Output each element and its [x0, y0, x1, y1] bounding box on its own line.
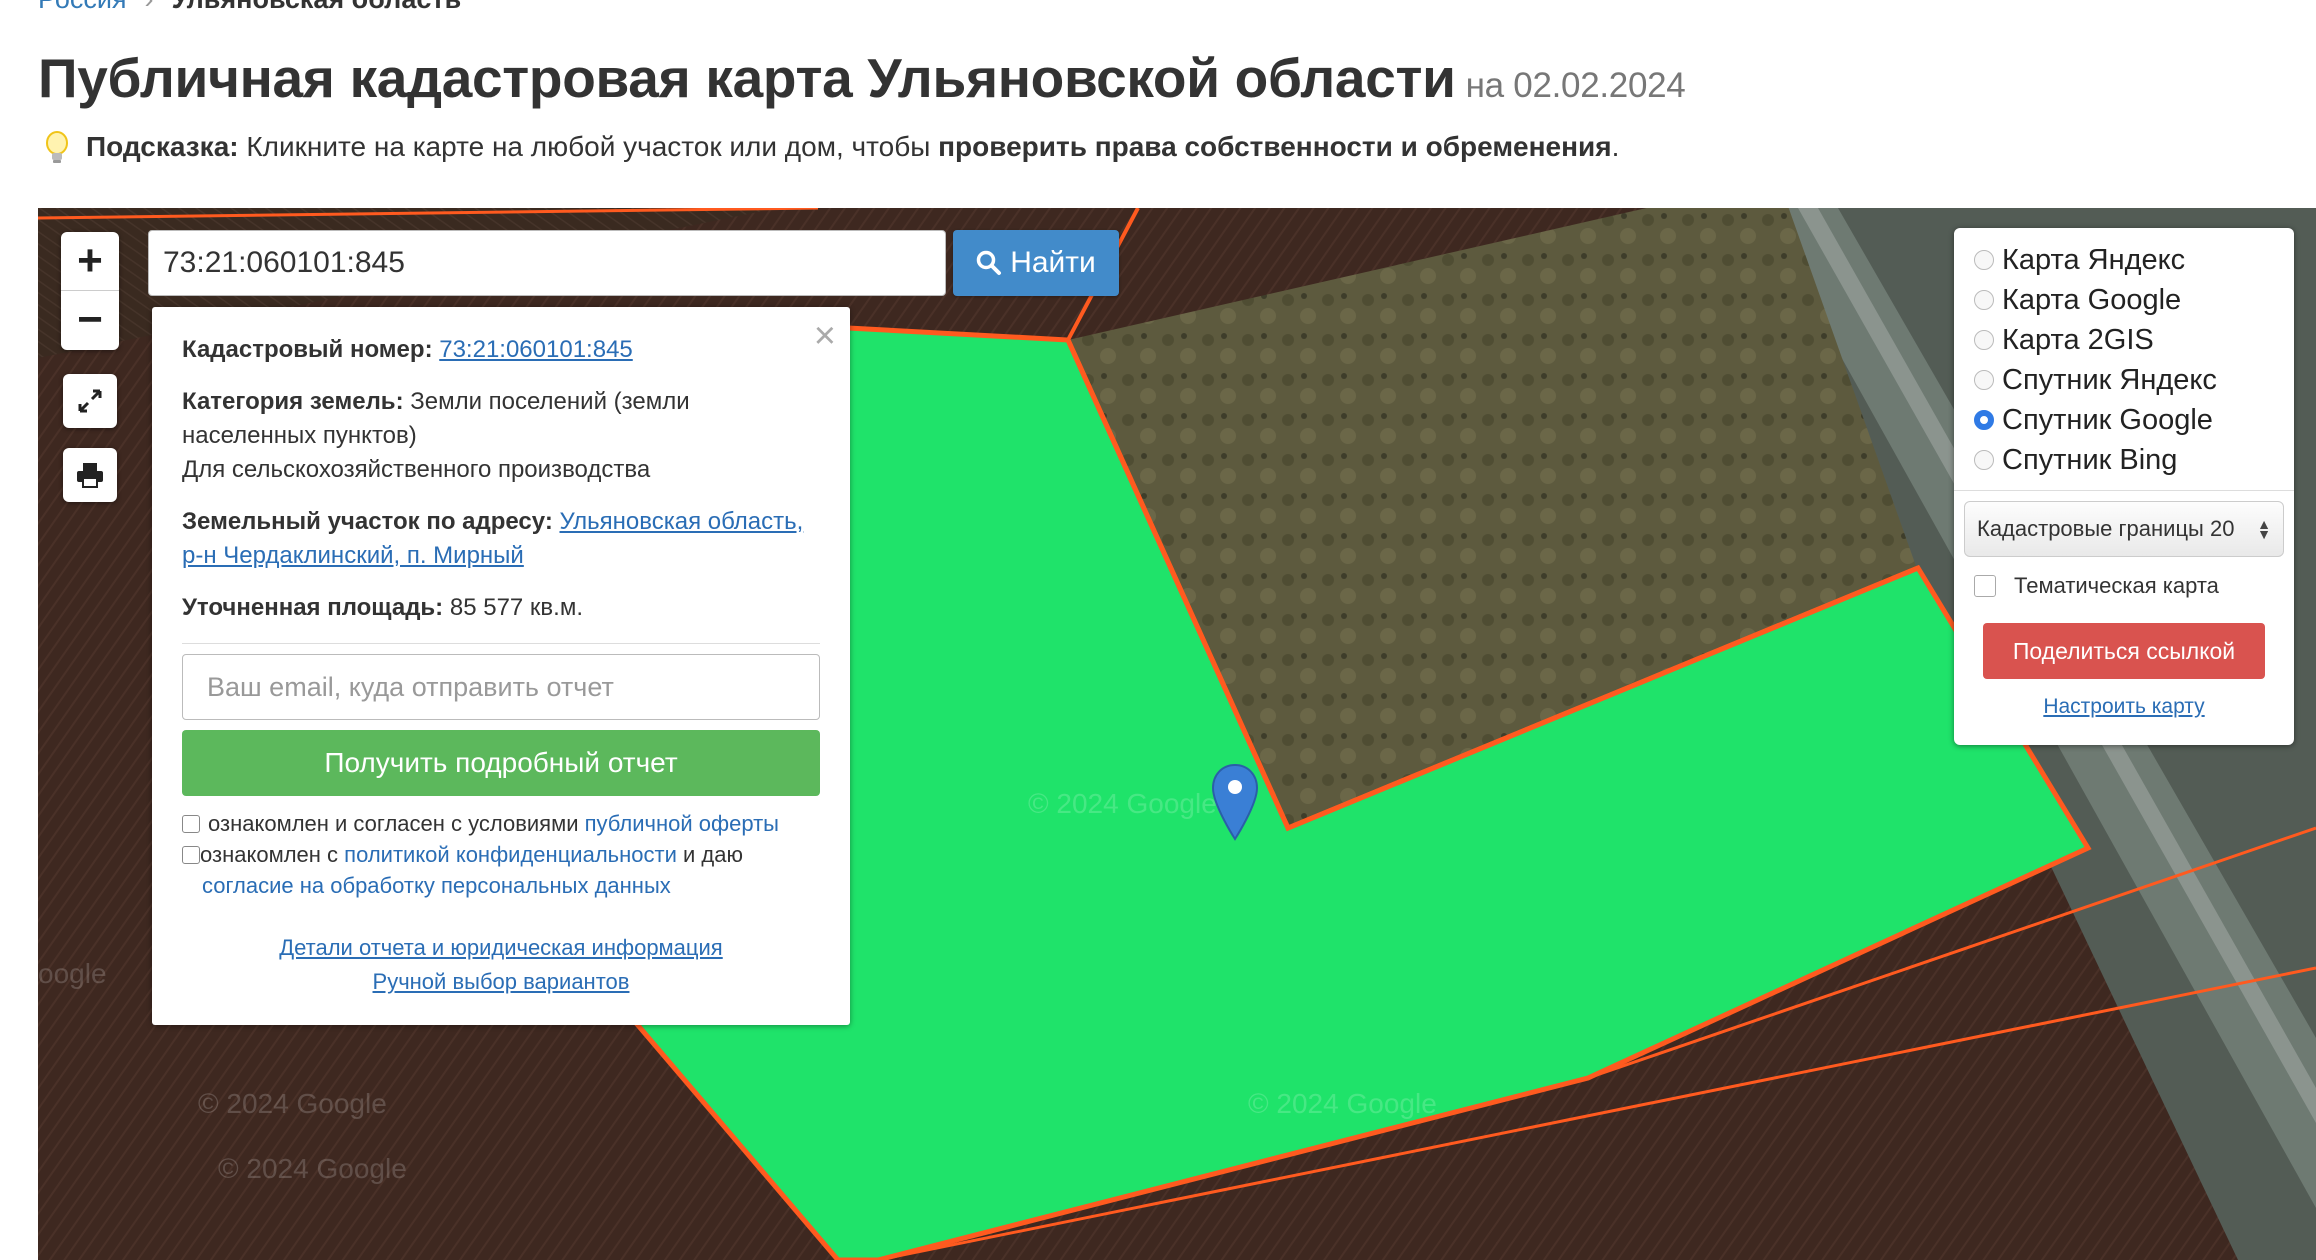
map[interactable]: © 2024 Google © 2024 Google © 2024 Googl…	[38, 208, 2316, 1260]
radio-2gis-map[interactable]	[1974, 330, 1994, 350]
hint-label: Подсказка:	[86, 131, 239, 162]
printer-icon	[77, 463, 103, 488]
zoom-out-button[interactable]: −	[61, 291, 119, 349]
cadastral-number-label: Кадастровый номер:	[182, 336, 433, 363]
cadastral-boundaries-select[interactable]: Кадастровые границы 20 ▲ ▼	[1964, 501, 2284, 557]
report-details-link[interactable]: Детали отчета и юридическая информация	[279, 935, 722, 960]
layers-divider	[1954, 490, 2294, 491]
area-label: Уточненная площадь:	[182, 594, 444, 621]
search-button[interactable]: Найти	[953, 230, 1119, 296]
map-marker-icon[interactable]	[1210, 763, 1260, 841]
offer-checkbox[interactable]	[182, 815, 200, 833]
breadcrumb-separator: ›	[145, 0, 154, 14]
agree-consent-row: согласие на обработку персональных данны…	[202, 870, 820, 901]
thematic-map-toggle[interactable]: Тематическая карта	[1974, 573, 2274, 599]
agree-offer-row: ознакомлен и согласен с условиями публич…	[182, 808, 820, 839]
layer-option-2gis-map[interactable]: Карта 2GIS	[1974, 320, 2274, 360]
cadastral-search-input[interactable]	[148, 230, 946, 296]
map-watermark: oogle	[38, 958, 107, 989]
address-row: Земельный участок по адресу: Ульяновская…	[182, 505, 820, 573]
cadastral-number-link[interactable]: 73:21:060101:845	[439, 336, 633, 363]
zoom-control: + −	[61, 232, 119, 350]
fullscreen-button[interactable]	[63, 374, 117, 428]
hint-text: Кликните на карте на любой участок или д…	[246, 131, 931, 162]
email-field[interactable]	[182, 654, 820, 720]
share-link-button[interactable]: Поделиться ссылкой	[1983, 623, 2265, 679]
land-category-value-2: населенных пунктов)	[182, 422, 417, 449]
agreements: ознакомлен и согласен с условиями публич…	[182, 808, 820, 901]
parcel-info-popup: × Кадастровый номер: 73:21:060101:845 Ка…	[152, 307, 850, 1025]
thematic-map-checkbox[interactable]	[1974, 575, 1996, 597]
layer-option-bing-satellite[interactable]: Спутник Bing	[1974, 440, 2274, 480]
layer-switcher: Карта Яндекс Карта Google Карта 2GIS Спу…	[1954, 228, 2294, 745]
radio-yandex-map[interactable]	[1974, 250, 1994, 270]
address-label: Земельный участок по адресу:	[182, 508, 553, 535]
land-usage: Для сельскохозяйственного производства	[182, 456, 651, 483]
search-button-label: Найти	[1010, 246, 1096, 279]
map-watermark: © 2024 Google	[218, 1153, 407, 1184]
popup-divider	[182, 643, 820, 644]
search-icon	[976, 250, 1002, 275]
close-icon[interactable]: ×	[814, 317, 836, 355]
page-title: Публичная кадастровая карта Ульяновской …	[38, 46, 1686, 110]
popup-footer-links: Детали отчета и юридическая информация Р…	[182, 931, 820, 999]
layer-label: Карта Яндекс	[2002, 243, 2186, 276]
layer-option-yandex-satellite[interactable]: Спутник Яндекс	[1974, 360, 2274, 400]
agree-offer-text: ознакомлен и согласен с условиями	[208, 811, 579, 836]
layer-option-yandex-map[interactable]: Карта Яндекс	[1974, 240, 2274, 280]
land-category-row: Категория земель: Земли поселений (земли…	[182, 385, 820, 487]
layer-label: Спутник Google	[2002, 403, 2213, 436]
hint-end: .	[1611, 131, 1620, 162]
layer-label: Карта 2GIS	[2002, 323, 2154, 356]
lightbulb-icon	[38, 128, 76, 166]
breadcrumb-link-russia[interactable]: Россия	[38, 0, 127, 14]
map-watermark: © 2024 Google	[198, 1088, 387, 1119]
expand-icon	[78, 389, 102, 413]
address-link-1[interactable]: Ульяновская область,	[559, 508, 803, 535]
layer-label: Карта Google	[2002, 283, 2182, 316]
page-title-date: на 02.02.2024	[1465, 66, 1686, 105]
privacy-checkbox[interactable]	[182, 846, 200, 864]
privacy-policy-link[interactable]: политикой конфиденциальности	[344, 842, 677, 867]
manual-selection-link[interactable]: Ручной выбор вариантов	[373, 969, 630, 994]
page-title-main: Публичная кадастровая карта Ульяновской …	[38, 47, 1456, 109]
hint-emphasis: проверить права собственности и обремене…	[938, 131, 1612, 162]
personal-data-consent-link[interactable]: согласие на обработку персональных данны…	[202, 873, 671, 898]
agree-privacy-tail: и даю	[683, 842, 743, 867]
layer-option-google-map[interactable]: Карта Google	[1974, 280, 2274, 320]
radio-yandex-satellite[interactable]	[1974, 370, 1994, 390]
get-report-button[interactable]: Получить подробный отчет	[182, 730, 820, 796]
address-link-2[interactable]: р-н Чердаклинский, п. Мирный	[182, 542, 524, 569]
area-row: Уточненная площадь: 85 577 кв.м.	[182, 591, 820, 625]
configure-map-row: Настроить карту	[1974, 695, 2274, 719]
radio-google-map[interactable]	[1974, 290, 1994, 310]
cadastral-number-row: Кадастровый номер: 73:21:060101:845	[182, 333, 820, 367]
hint: Подсказка: Кликните на карте на любой уч…	[38, 128, 1619, 166]
select-value: Кадастровые границы 20	[1977, 516, 2235, 541]
agree-privacy-row: ознакомлен с политикой конфиденциальност…	[182, 839, 820, 870]
print-button[interactable]	[63, 448, 117, 502]
zoom-in-button[interactable]: +	[61, 232, 119, 291]
map-watermark: © 2024 Google	[1028, 788, 1217, 819]
thematic-map-label: Тематическая карта	[2014, 573, 2219, 598]
select-arrows-icon: ▲ ▼	[2257, 516, 2271, 542]
land-category-label: Категория земель:	[182, 388, 404, 415]
breadcrumb-current: Ульяновская область	[172, 0, 462, 14]
land-category-value-1: Земли поселений (земли	[410, 388, 690, 415]
area-value: 85 577 кв.м.	[449, 594, 584, 621]
layer-label: Спутник Яндекс	[2002, 363, 2217, 396]
layer-label: Спутник Bing	[2002, 443, 2178, 476]
radio-bing-satellite[interactable]	[1974, 450, 1994, 470]
configure-map-link[interactable]: Настроить карту	[2043, 695, 2204, 718]
agree-privacy-text: ознакомлен с	[200, 842, 339, 867]
public-offer-link[interactable]: публичной оферты	[585, 811, 779, 836]
radio-google-satellite[interactable]	[1974, 410, 1994, 430]
map-watermark: © 2024 Google	[1248, 1088, 1437, 1119]
layer-option-google-satellite[interactable]: Спутник Google	[1974, 400, 2274, 440]
breadcrumb: Россия › Ульяновская область	[38, 0, 461, 15]
